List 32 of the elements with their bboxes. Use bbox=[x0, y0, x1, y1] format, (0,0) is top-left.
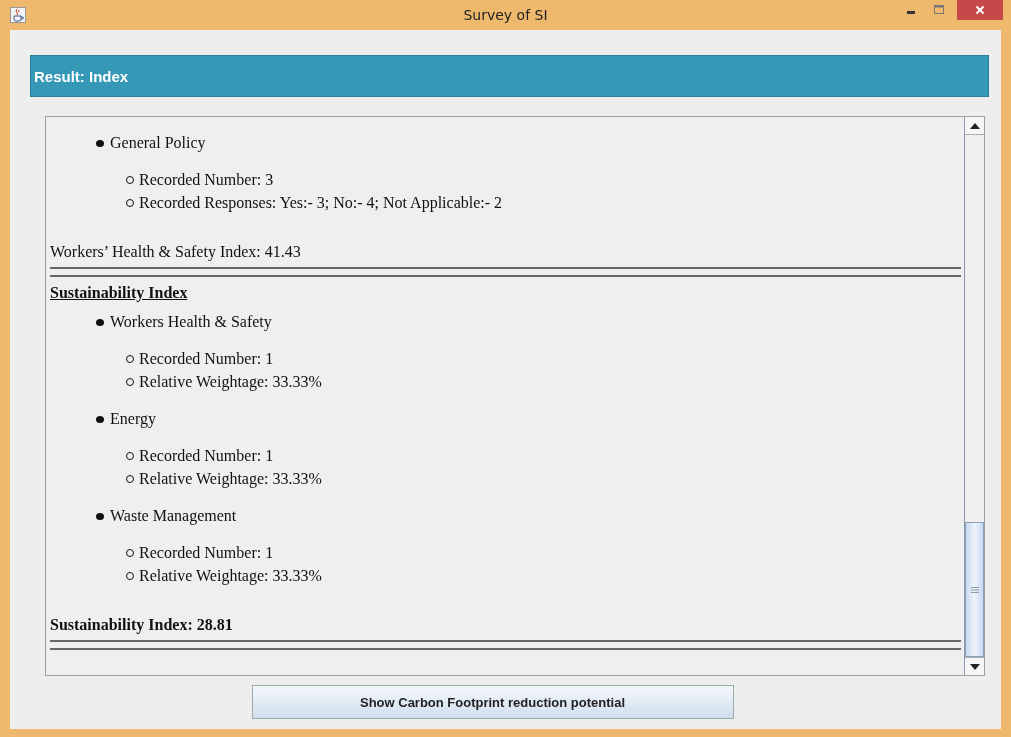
bullet-icon bbox=[96, 139, 104, 147]
section-heading: Sustainability Index bbox=[50, 284, 188, 301]
category-label: Workers Health & Safety bbox=[110, 313, 272, 331]
scroll-down-button[interactable] bbox=[965, 657, 984, 675]
scroll-thumb[interactable] bbox=[965, 522, 984, 657]
category-label: Waste Management bbox=[110, 507, 237, 525]
close-icon bbox=[975, 5, 985, 15]
show-carbon-footprint-button[interactable]: Show Carbon Footprint reduction potential bbox=[251, 685, 734, 719]
detail-text: Relative Weightage: 33.33% bbox=[139, 469, 322, 488]
up-arrow-icon bbox=[969, 122, 980, 129]
detail-text: Recorded Number: 3 bbox=[139, 170, 274, 189]
detail-text: Relative Weightage: 33.33% bbox=[139, 372, 322, 391]
maximize-icon bbox=[934, 5, 944, 15]
index-result: Sustainability Index: 28.81 bbox=[50, 615, 233, 635]
result-header: Result: Index bbox=[30, 55, 989, 97]
bullet-icon bbox=[96, 415, 104, 423]
detail-text: Recorded Responses: Yes:- 3; No:- 4; Not Applicable:- 2 bbox=[139, 193, 503, 212]
window-title: Survey of SI bbox=[463, 7, 548, 23]
bullet-icon bbox=[96, 512, 104, 520]
scroll-up-button[interactable] bbox=[965, 117, 984, 135]
detail-text: Recorded Number: 1 bbox=[139, 446, 274, 465]
close-button[interactable] bbox=[957, 0, 1003, 20]
index-result: Workers’ Health & Safety Index: 41.43 bbox=[50, 242, 301, 262]
detail-text: Recorded Number: 1 bbox=[139, 349, 274, 368]
detail-text: Relative Weightage: 33.33% bbox=[139, 566, 322, 585]
down-arrow-icon bbox=[969, 663, 980, 670]
scrollbar[interactable] bbox=[964, 117, 984, 675]
category-label: General Policy bbox=[110, 134, 206, 152]
cup-icon bbox=[10, 7, 26, 23]
bullet-icon bbox=[96, 318, 104, 326]
category-label: Energy bbox=[110, 410, 156, 428]
detail-text: Recorded Number: 1 bbox=[139, 543, 274, 562]
